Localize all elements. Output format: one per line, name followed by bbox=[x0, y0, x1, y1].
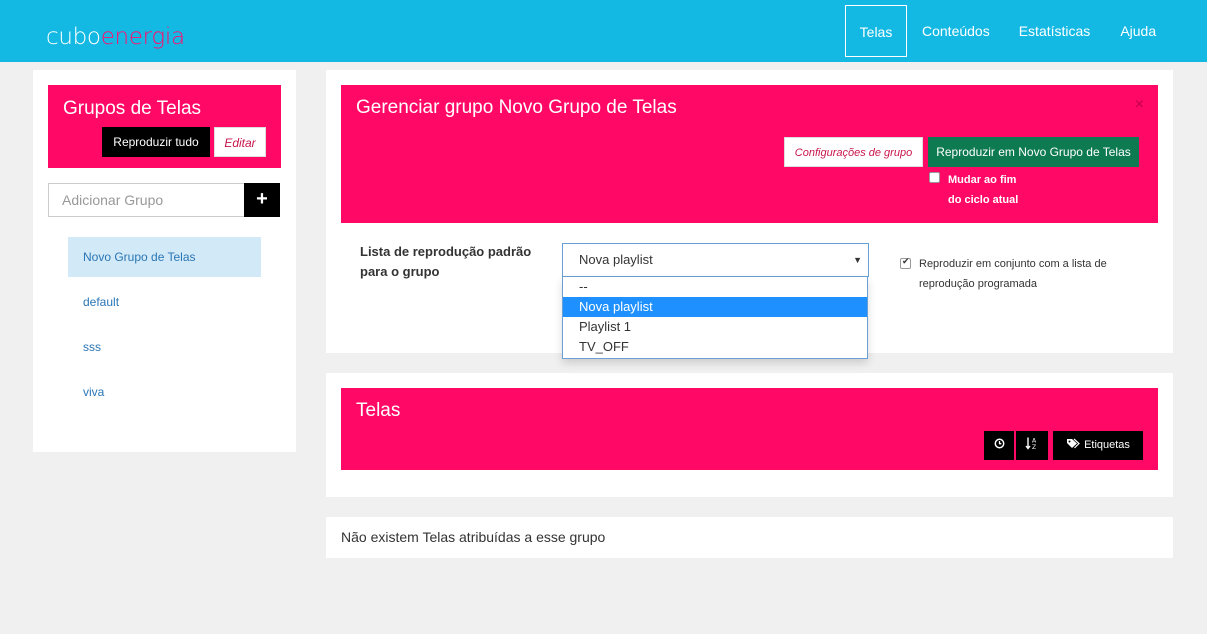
playlist-option[interactable]: Playlist 1 bbox=[563, 317, 867, 337]
playlist-option[interactable]: TV_OFF bbox=[563, 337, 867, 357]
switch-label-line-2: do ciclo atual bbox=[948, 194, 1019, 206]
screens-header: Telas AZ Etiquetas bbox=[341, 388, 1158, 470]
add-group-button[interactable]: + bbox=[244, 183, 280, 217]
sort-alpha-icon: AZ bbox=[1025, 437, 1037, 451]
groups-header: Grupos de Telas Reproduzir tudo Editar bbox=[48, 85, 281, 168]
default-playlist-label: Lista de reprodução padrão para o grupo bbox=[360, 242, 550, 282]
clock-button[interactable] bbox=[984, 431, 1014, 460]
screens-title: Telas bbox=[356, 400, 401, 421]
nav-conteudos[interactable]: Conteúdos bbox=[908, 5, 1004, 57]
nav-telas[interactable]: Telas bbox=[845, 5, 907, 57]
empty-screens-message: Não existem Telas atribuídas a esse grup… bbox=[326, 517, 1173, 558]
playlist-dropdown: -- Nova playlist Playlist 1 TV_OFF bbox=[562, 277, 868, 359]
logo[interactable]: cuboenergia bbox=[46, 24, 185, 50]
switch-at-cycle-end-checkbox[interactable] bbox=[929, 172, 940, 183]
close-icon[interactable]: × bbox=[1135, 96, 1144, 114]
manage-group-title: Gerenciar grupo Novo Grupo de Telas bbox=[356, 97, 677, 118]
default-playlist-select[interactable]: Nova playlist ▼ bbox=[562, 243, 869, 277]
play-all-button[interactable]: Reproduzir tudo bbox=[102, 127, 210, 157]
add-group-input[interactable]: Adicionar Grupo bbox=[48, 183, 245, 217]
nav-ajuda[interactable]: Ajuda bbox=[1105, 5, 1171, 57]
tags-icon bbox=[1067, 438, 1080, 449]
main-nav: Telas Conteúdos Estatísticas Ajuda bbox=[845, 5, 1171, 57]
groups-panel: Grupos de Telas Reproduzir tudo Editar A… bbox=[33, 70, 296, 452]
group-item-viva[interactable]: viva bbox=[68, 372, 261, 412]
combine-label-line-1: Reproduzir em conjunto com a lista de bbox=[919, 258, 1107, 270]
chevron-down-icon: ▼ bbox=[853, 255, 862, 265]
tags-label: Etiquetas bbox=[1084, 439, 1130, 451]
sort-button[interactable]: AZ bbox=[1016, 431, 1048, 460]
combine-schedule-checkbox[interactable] bbox=[900, 256, 911, 269]
switch-label-line-1: Mudar ao fim bbox=[948, 174, 1017, 186]
playlist-selected-value: Nova playlist bbox=[579, 252, 653, 267]
group-settings-button[interactable]: Configurações de grupo bbox=[784, 137, 923, 167]
combine-label-line-2: reprodução programada bbox=[919, 278, 1038, 290]
playlist-option[interactable]: -- bbox=[563, 277, 867, 297]
clock-icon bbox=[994, 438, 1004, 449]
plus-icon: + bbox=[256, 188, 268, 210]
manage-group-header: Gerenciar grupo Novo Grupo de Telas × Co… bbox=[341, 85, 1158, 223]
group-item-novo-grupo-de-telas[interactable]: Novo Grupo de Telas bbox=[68, 237, 261, 277]
groups-title: Grupos de Telas bbox=[63, 98, 202, 119]
svg-text:Z: Z bbox=[1032, 444, 1036, 450]
top-navbar: cuboenergia Telas Conteúdos Estatísticas… bbox=[0, 0, 1207, 62]
edit-button[interactable]: Editar bbox=[214, 127, 266, 157]
group-item-sss[interactable]: sss bbox=[68, 327, 261, 367]
tags-button[interactable]: Etiquetas bbox=[1053, 431, 1143, 460]
group-item-default[interactable]: default bbox=[68, 282, 261, 322]
logo-part-2: energia bbox=[100, 24, 185, 50]
playlist-option[interactable]: Nova playlist bbox=[563, 297, 867, 317]
playlist-label-line-1: Lista de reprodução padrão bbox=[360, 244, 532, 259]
combine-schedule-label: Reproduzir em conjunto com a lista de re… bbox=[919, 254, 1149, 294]
nav-estatisticas[interactable]: Estatísticas bbox=[1004, 5, 1106, 57]
playlist-label-line-2: para o grupo bbox=[360, 264, 440, 279]
logo-part-1: cubo bbox=[46, 24, 101, 50]
screens-card: Telas AZ Etiquetas bbox=[326, 373, 1173, 497]
manage-group-card: Gerenciar grupo Novo Grupo de Telas × Co… bbox=[326, 70, 1173, 359]
play-in-group-button[interactable]: Reproduzir em Novo Grupo de Telas bbox=[928, 137, 1139, 167]
switch-at-cycle-end-label: Mudar ao fim do ciclo atual bbox=[948, 170, 1038, 210]
